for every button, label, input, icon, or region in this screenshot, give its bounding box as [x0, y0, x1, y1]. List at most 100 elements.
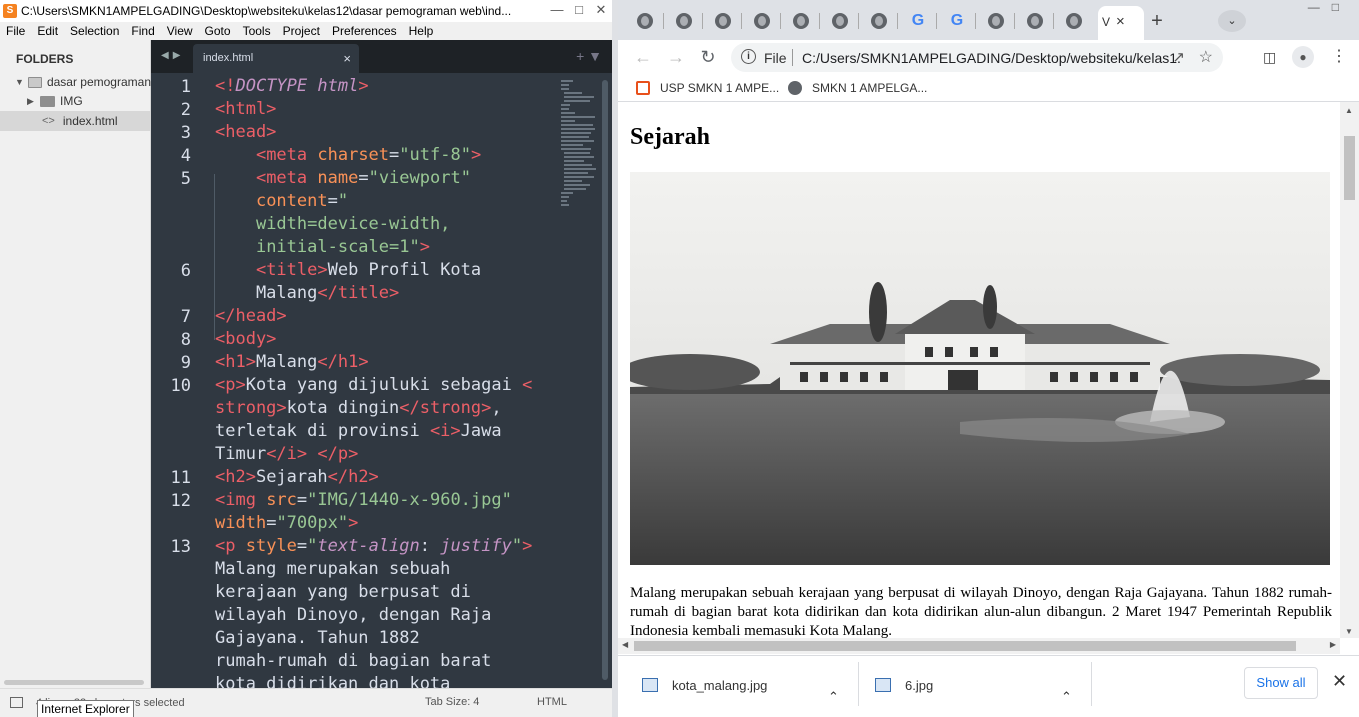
code-line[interactable]: rumah-rumah di bagian barat: [215, 650, 491, 673]
scrollbar-thumb[interactable]: [634, 641, 1296, 651]
menu-project[interactable]: Project: [277, 24, 326, 38]
code-editor-pane[interactable]: ◀▶ index.html × + ▼ 1 2 3 4 5 6 7 8 9 10…: [151, 40, 612, 688]
menu-find[interactable]: Find: [125, 24, 160, 38]
address-bar[interactable]: i File C:/Users/SMKN1AMPELGADING/Desktop…: [731, 43, 1223, 72]
tab-search-chevron-icon[interactable]: ⌄: [1218, 10, 1246, 32]
code-line[interactable]: content=": [215, 190, 348, 213]
bookmark-star-icon[interactable]: ☆: [1199, 47, 1213, 67]
new-tab-plus-icon[interactable]: +: [1144, 10, 1170, 32]
scroll-down-arrow-icon[interactable]: ▼: [1345, 627, 1353, 636]
menu-tools[interactable]: Tools: [237, 24, 277, 38]
code-line[interactable]: <h1>Malang</h1>: [215, 351, 369, 374]
code-text-area[interactable]: <!DOCTYPE html> <html> <head> <meta charse…: [215, 73, 555, 688]
side-panel-icon[interactable]: ◫: [1263, 49, 1276, 66]
code-line[interactable]: Gajayana. Tahun 1882: [215, 627, 420, 650]
download-item[interactable]: 6.jpg: [875, 664, 933, 706]
code-line[interactable]: Malang merupakan sebuah: [215, 558, 450, 581]
menu-help[interactable]: Help: [403, 24, 440, 38]
url-text[interactable]: C:/Users/SMKN1AMPELGADING/Desktop/websit…: [802, 50, 1182, 66]
page-vertical-scrollbar[interactable]: ▲ ▼: [1340, 102, 1359, 638]
code-line[interactable]: <html>: [215, 98, 276, 121]
browser-tab[interactable]: [1016, 8, 1054, 34]
code-line[interactable]: <meta charset="utf-8">: [215, 144, 481, 167]
minimize-icon[interactable]: —: [546, 1, 568, 21]
code-line[interactable]: <meta name="viewport": [215, 167, 471, 190]
menu-view[interactable]: View: [161, 24, 199, 38]
tab-index-html[interactable]: index.html ×: [193, 44, 359, 73]
tree-item-img-folder[interactable]: ▶ IMG: [0, 91, 151, 111]
scrollbar-thumb[interactable]: [1344, 136, 1355, 200]
caret-down-icon[interactable]: ▼: [15, 77, 25, 87]
menu-file[interactable]: File: [0, 24, 31, 38]
browser-tab[interactable]: [977, 8, 1015, 34]
code-line[interactable]: Timur</i> </p>: [215, 443, 358, 466]
code-line[interactable]: width=device-width,: [215, 213, 450, 236]
code-line[interactable]: <title>Web Profil Kota: [215, 259, 481, 282]
more-menu-icon[interactable]: ⋮: [1331, 46, 1347, 66]
forward-arrow-icon[interactable]: →: [665, 46, 687, 68]
editor-vertical-scrollbar[interactable]: [602, 80, 608, 680]
code-line[interactable]: <body>: [215, 328, 276, 351]
minimap[interactable]: [561, 78, 597, 238]
share-icon[interactable]: ↗: [1172, 48, 1185, 66]
tree-item-root-folder[interactable]: ▼ dasar pemograman: [0, 72, 151, 92]
browser-tab[interactable]: [626, 8, 664, 34]
tree-item-index-html[interactable]: <> index.html: [0, 111, 151, 131]
active-browser-tab[interactable]: V ×: [1098, 6, 1144, 40]
scroll-left-arrow-icon[interactable]: ◀: [622, 640, 628, 649]
code-line[interactable]: kerajaan yang berpusat di: [215, 581, 471, 604]
back-arrow-icon[interactable]: ←: [632, 46, 654, 68]
code-line[interactable]: Malang</title>: [215, 282, 399, 305]
code-line[interactable]: <h2>Sejarah</h2>: [215, 466, 379, 489]
sidebar-scrollbar[interactable]: [4, 680, 144, 685]
tab-close-icon[interactable]: ×: [343, 44, 351, 73]
browser-tab[interactable]: [1055, 8, 1093, 34]
code-line[interactable]: <head>: [215, 121, 276, 144]
browser-window-controls[interactable]: —□: [1308, 0, 1351, 14]
syntax-status[interactable]: HTML: [537, 696, 567, 708]
code-line[interactable]: wilayah Dinoyo, dengan Raja: [215, 604, 491, 627]
menu-goto[interactable]: Goto: [199, 24, 237, 38]
code-line[interactable]: terletak di provinsi <i>Jawa: [215, 420, 502, 443]
browser-tab[interactable]: [743, 8, 781, 34]
code-line[interactable]: kota didirikan dan kota: [215, 673, 450, 688]
new-tab-dropdown-icon[interactable]: + ▼: [576, 48, 602, 64]
browser-tab[interactable]: [821, 8, 859, 34]
sidebar-toggle-icon[interactable]: [10, 697, 23, 708]
maximize-icon[interactable]: □: [568, 1, 590, 21]
download-item[interactable]: kota_malang.jpg: [642, 664, 767, 706]
close-downloads-bar-icon[interactable]: ✕: [1332, 671, 1347, 692]
tab-navigation-arrows-icon[interactable]: ◀▶: [161, 50, 184, 61]
site-info-icon[interactable]: i: [741, 49, 756, 64]
browser-tab[interactable]: [665, 8, 703, 34]
code-line[interactable]: <img src="IMG/1440-x-960.jpg": [215, 489, 512, 512]
page-horizontal-scrollbar[interactable]: ◀ ▶: [618, 638, 1340, 654]
close-icon[interactable]: ✕: [590, 1, 612, 21]
bookmark-smkn[interactable]: SMKN 1 AMPELGA...: [788, 81, 927, 95]
code-line[interactable]: <!DOCTYPE html>: [215, 75, 369, 98]
menu-selection[interactable]: Selection: [64, 24, 125, 38]
chevron-up-icon[interactable]: ⌃: [1061, 676, 1072, 717]
scroll-right-arrow-icon[interactable]: ▶: [1330, 640, 1336, 649]
reload-icon[interactable]: ↻: [697, 46, 719, 68]
browser-tab[interactable]: G: [899, 8, 937, 34]
bookmark-usp[interactable]: USP SMKN 1 AMPE...: [636, 81, 779, 95]
code-line[interactable]: initial-scale=1">: [215, 236, 430, 259]
scroll-up-arrow-icon[interactable]: ▲: [1345, 106, 1353, 115]
tab-close-icon[interactable]: ×: [1116, 13, 1125, 30]
menu-edit[interactable]: Edit: [31, 24, 64, 38]
code-line[interactable]: <p>Kota yang dijuluki sebagai <: [215, 374, 532, 397]
browser-tab[interactable]: [860, 8, 898, 34]
browser-tab[interactable]: [782, 8, 820, 34]
profile-avatar-icon[interactable]: ●: [1292, 46, 1314, 68]
code-line[interactable]: <p style="text-align: justify">: [215, 535, 532, 558]
code-line[interactable]: strong>kota dingin</strong>,: [215, 397, 502, 420]
code-line[interactable]: </head>: [215, 305, 287, 328]
tab-size-status[interactable]: Tab Size: 4: [425, 696, 479, 708]
browser-tab[interactable]: G: [938, 8, 976, 34]
caret-right-icon[interactable]: ▶: [27, 96, 37, 107]
menu-preferences[interactable]: Preferences: [326, 24, 403, 38]
show-all-downloads-button[interactable]: Show all: [1244, 667, 1318, 699]
browser-tab[interactable]: [704, 8, 742, 34]
chevron-up-icon[interactable]: ⌃: [828, 676, 839, 717]
